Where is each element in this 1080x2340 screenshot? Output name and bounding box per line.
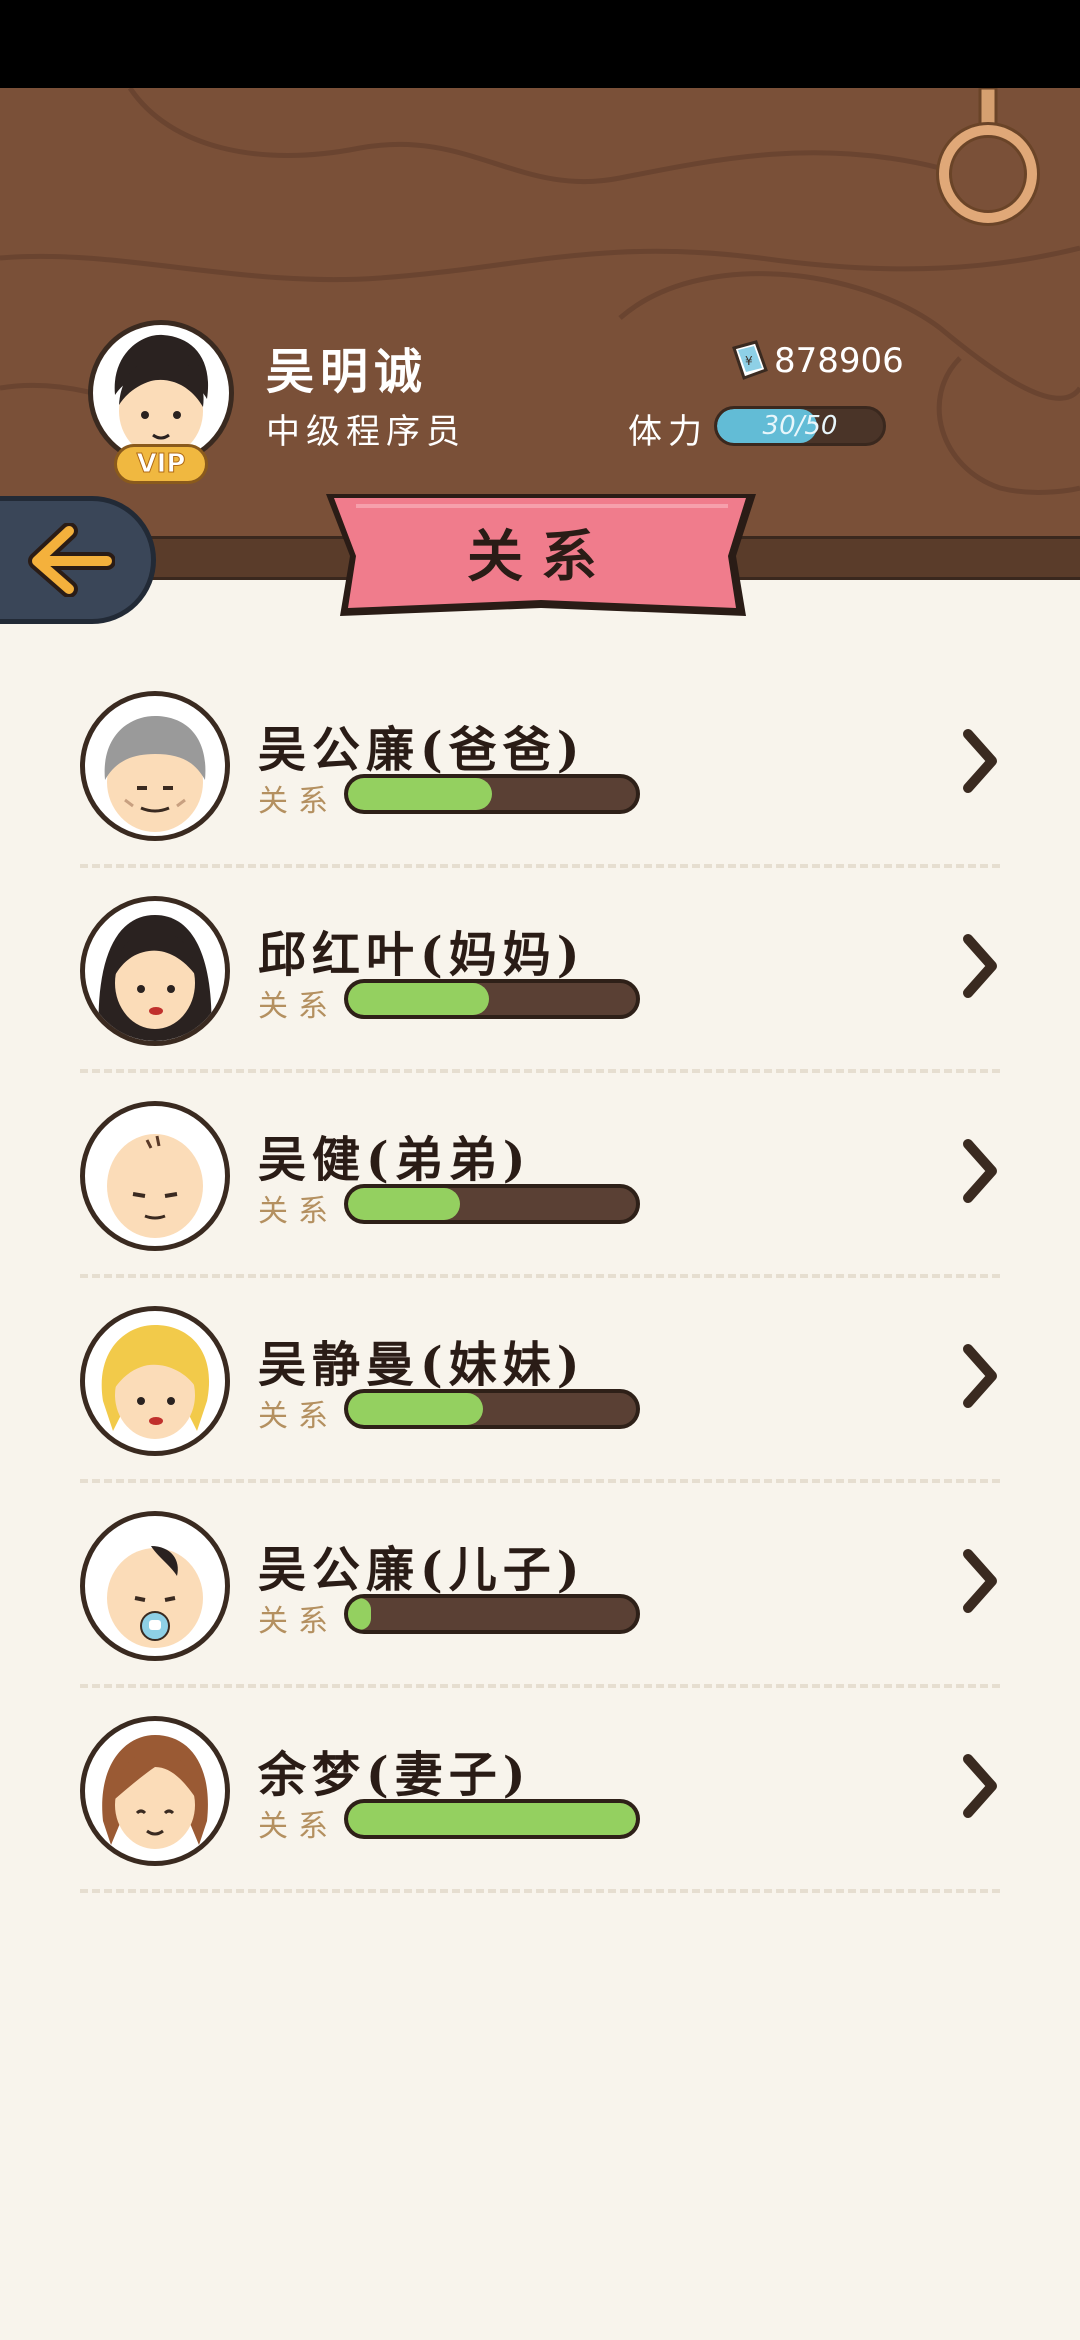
row-separator (80, 1274, 1000, 1278)
relation-label: 关系 (258, 1194, 338, 1229)
money-value: 878906 (774, 341, 904, 381)
chevron-right-icon[interactable] (960, 726, 1000, 796)
pull-ring-icon[interactable] (936, 88, 1040, 228)
relation-row[interactable]: 吴静曼(妹妹) 关系 (80, 1301, 1000, 1506)
relation-name: 邱红叶(妈妈) (258, 927, 586, 983)
wife-avatar-icon (102, 1735, 208, 1849)
relation-label: 关系 (258, 989, 338, 1024)
chevron-right-icon[interactable] (960, 931, 1000, 1001)
relation-avatar (80, 1716, 230, 1866)
relation-bar-fill (348, 983, 490, 1015)
relation-bar-fill (348, 1188, 461, 1220)
money-display: ¥ 878906 (730, 340, 904, 382)
relation-row[interactable]: 吴健(弟弟) 关系 (80, 1096, 1000, 1301)
relations-list: 吴公廉(爸爸) 关系 邱红叶(妈妈) 关系 吴健(弟弟) 关系 吴静曼(妹妹) … (80, 686, 1000, 1916)
back-arrow-icon (28, 523, 115, 597)
relation-bar (344, 1799, 640, 1839)
relation-bar-fill (348, 1598, 372, 1630)
relation-row[interactable]: 吴公廉(儿子) 关系 (80, 1506, 1000, 1711)
relation-name: 吴公廉(儿子) (258, 1542, 586, 1598)
relation-avatar (80, 1306, 230, 1456)
relation-name: 吴公廉(爸爸) (258, 722, 586, 778)
chevron-right-icon[interactable] (960, 1751, 1000, 1821)
relation-label: 关系 (258, 784, 338, 819)
row-separator (80, 1684, 1000, 1688)
row-separator (80, 1479, 1000, 1483)
relation-bar (344, 1594, 640, 1634)
relation-avatar (80, 1511, 230, 1661)
stamina-value: 30/50 (762, 411, 838, 441)
relation-bar-fill (348, 1393, 484, 1425)
relation-bar (344, 774, 640, 814)
back-button[interactable] (0, 496, 156, 624)
relation-label: 关系 (258, 1399, 338, 1434)
page-title: 关系 (467, 524, 615, 590)
row-separator (80, 1889, 1000, 1893)
mother-avatar-icon (98, 915, 212, 1041)
row-separator (80, 864, 1000, 868)
relation-row[interactable]: 余梦(妻子) 关系 (80, 1711, 1000, 1916)
baby-avatar-icon (107, 1546, 203, 1648)
grandpa-avatar-icon (104, 716, 206, 832)
status-bar (0, 0, 1080, 88)
relation-row[interactable]: 吴公廉(爸爸) 关系 (80, 686, 1000, 891)
relation-avatar (80, 691, 230, 841)
relation-bar (344, 1184, 640, 1224)
relation-avatar (80, 1101, 230, 1251)
relation-name: 吴静曼(妹妹) (258, 1337, 586, 1393)
relation-label: 关系 (258, 1604, 338, 1639)
stamina-label: 体力 (628, 412, 708, 452)
stamina-bar: 30/50 (714, 406, 886, 446)
relation-bar-fill (348, 778, 492, 810)
sister-avatar-icon (101, 1325, 210, 1439)
chevron-right-icon[interactable] (960, 1136, 1000, 1206)
relation-name: 余梦(妻子) (258, 1747, 532, 1803)
vip-badge: VIP (114, 444, 208, 484)
relation-name: 吴健(弟弟) (258, 1132, 532, 1188)
relation-label: 关系 (258, 1809, 338, 1844)
relation-row[interactable]: 邱红叶(妈妈) 关系 (80, 891, 1000, 1096)
brother-avatar-icon (107, 1134, 203, 1238)
relation-bar (344, 1389, 640, 1429)
relation-bar (344, 979, 640, 1019)
player-name: 吴明诚 (266, 344, 429, 400)
money-bill-icon: ¥ (732, 340, 768, 380)
chevron-right-icon[interactable] (960, 1341, 1000, 1411)
player-avatar-icon (114, 334, 209, 457)
svg-text:¥: ¥ (745, 354, 753, 368)
relation-bar-fill (348, 1803, 636, 1835)
chevron-right-icon[interactable] (960, 1546, 1000, 1616)
row-separator (80, 1069, 1000, 1073)
relation-avatar (80, 896, 230, 1046)
player-title: 中级程序员 (266, 412, 466, 452)
